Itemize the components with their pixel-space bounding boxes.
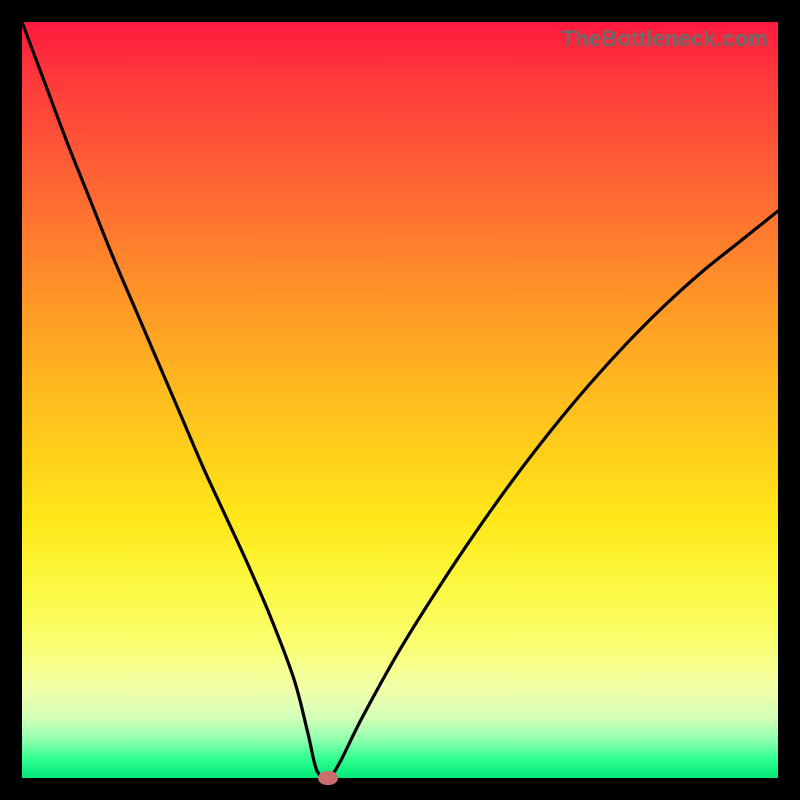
minimum-marker — [318, 771, 338, 785]
chart-frame: TheBottleneck.com — [0, 0, 800, 800]
bottleneck-curve-path — [22, 22, 778, 778]
curve-svg — [22, 22, 778, 778]
plot-area: TheBottleneck.com — [22, 22, 778, 778]
